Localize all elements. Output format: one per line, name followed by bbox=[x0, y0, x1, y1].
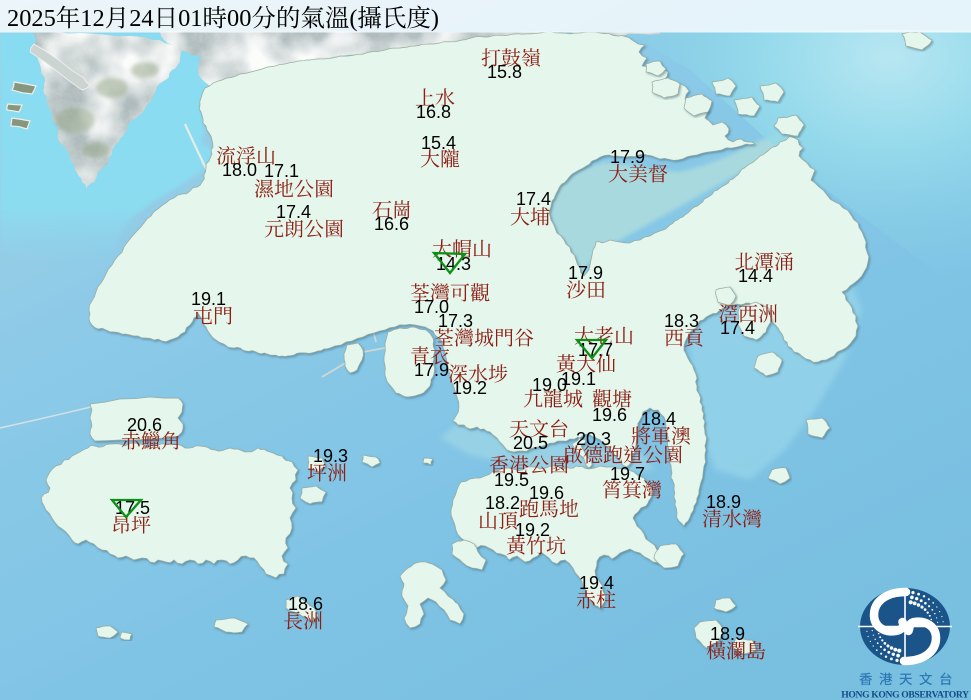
svg-text:18.9: 18.9 bbox=[710, 624, 745, 644]
svg-text:19.2: 19.2 bbox=[452, 378, 487, 398]
svg-text:15.4: 15.4 bbox=[421, 133, 456, 153]
svg-text:19.5: 19.5 bbox=[494, 470, 529, 490]
svg-text:): ) bbox=[431, 5, 439, 32]
svg-text:HONG KONG OBSERVATORY: HONG KONG OBSERVATORY bbox=[841, 690, 969, 700]
svg-text:(: ( bbox=[349, 5, 357, 32]
svg-text:19.4: 19.4 bbox=[579, 573, 614, 593]
svg-text:18.6: 18.6 bbox=[288, 594, 323, 614]
svg-text:20.3: 20.3 bbox=[576, 429, 611, 449]
svg-text:19.6: 19.6 bbox=[592, 405, 627, 425]
svg-text:19.6: 19.6 bbox=[529, 483, 564, 503]
svg-text:18.0: 18.0 bbox=[222, 160, 257, 180]
svg-text:2025: 2025 bbox=[7, 5, 56, 32]
svg-text:14.4: 14.4 bbox=[738, 266, 773, 286]
svg-text:12: 12 bbox=[80, 5, 104, 32]
svg-text:14.3: 14.3 bbox=[436, 254, 471, 274]
svg-text:18.4: 18.4 bbox=[641, 409, 676, 429]
svg-text:18.3: 18.3 bbox=[664, 311, 699, 331]
svg-text:17.9: 17.9 bbox=[610, 147, 645, 167]
svg-text:17.4: 17.4 bbox=[720, 318, 755, 338]
svg-text:19.3: 19.3 bbox=[313, 446, 348, 466]
svg-text:17.9: 17.9 bbox=[568, 263, 603, 283]
svg-text:17.4: 17.4 bbox=[516, 189, 551, 209]
svg-text:19.2: 19.2 bbox=[515, 520, 550, 540]
svg-text:17.7: 17.7 bbox=[578, 340, 613, 360]
svg-text:20.5: 20.5 bbox=[513, 433, 548, 453]
svg-text:15.8: 15.8 bbox=[487, 62, 522, 82]
svg-text:17.4: 17.4 bbox=[276, 202, 311, 222]
svg-text:00: 00 bbox=[227, 5, 251, 32]
svg-text:18.9: 18.9 bbox=[706, 492, 741, 512]
svg-text:16.6: 16.6 bbox=[374, 214, 409, 234]
svg-text:17.1: 17.1 bbox=[264, 161, 299, 181]
svg-text:17.9: 17.9 bbox=[414, 360, 449, 380]
svg-text:18.2: 18.2 bbox=[485, 493, 520, 513]
svg-text:16.8: 16.8 bbox=[416, 102, 451, 122]
svg-text:19.1: 19.1 bbox=[191, 289, 226, 309]
svg-text:01: 01 bbox=[178, 5, 202, 32]
svg-text:24: 24 bbox=[129, 5, 153, 32]
svg-text:17.3: 17.3 bbox=[438, 311, 473, 331]
